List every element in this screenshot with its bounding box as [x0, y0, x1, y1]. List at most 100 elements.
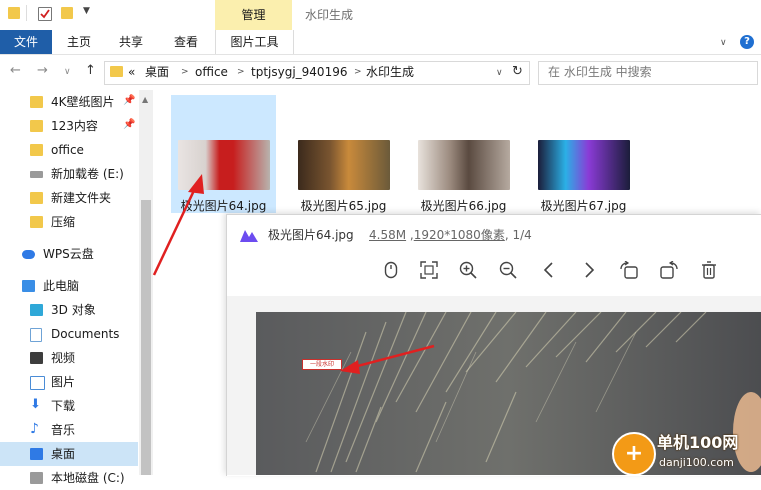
file-thumbnail [298, 140, 390, 190]
chevron-right-icon[interactable]: > [181, 61, 189, 83]
scroll-up-icon[interactable]: ▲ [142, 95, 148, 104]
forward-icon[interactable]: → [37, 63, 48, 78]
file-thumbnail [418, 140, 510, 190]
pin-icon[interactable]: 📌 [123, 95, 135, 106]
cube-icon [30, 304, 43, 316]
sidebar-item-drive-e[interactable]: 新加载卷 (E:) [0, 162, 138, 186]
tab-view[interactable]: 查看 [160, 30, 212, 54]
tab-file[interactable]: 文件 [0, 30, 52, 54]
file-tile[interactable]: 极光图片66.jpg [411, 95, 516, 213]
recent-locations-icon[interactable]: ∨ [64, 67, 71, 77]
delete-icon[interactable] [697, 258, 721, 282]
sidebar-item-label: 压缩 [51, 215, 76, 229]
file-tile[interactable]: 极光图片65.jpg [291, 95, 396, 213]
sidebar-item-label: 图片 [51, 375, 76, 389]
new-folder-icon[interactable] [61, 7, 73, 19]
sidebar-item-videos[interactable]: 视频 [0, 346, 138, 370]
breadcrumb-office[interactable]: office [195, 61, 228, 83]
mouse-icon[interactable] [379, 258, 403, 282]
sidebar-item-label: 新加载卷 (E:) [51, 167, 124, 181]
folder-icon [30, 216, 43, 228]
quick-access-dropdown-icon[interactable]: ▼ [83, 6, 90, 16]
music-icon: ♪ [30, 421, 39, 437]
sidebar-item-drive-c[interactable]: 本地磁盘 (C:) [0, 466, 138, 490]
chevron-right-icon[interactable]: > [237, 61, 245, 83]
zoom-in-icon[interactable] [456, 258, 480, 282]
address-dropdown-icon[interactable]: ∨ [496, 62, 503, 84]
cloud-icon [22, 250, 35, 259]
viewer-resolution[interactable]: 1920*1080像素 [414, 228, 505, 242]
folder-icon [30, 144, 43, 156]
breadcrumb-desktop[interactable]: 桌面 [145, 61, 169, 83]
sidebar-item-label: 4K壁纸图片 [51, 95, 115, 109]
sidebar-item-office[interactable]: office [0, 138, 138, 162]
pc-icon [22, 280, 35, 292]
viewer-counter: 1/4 [512, 228, 532, 242]
annotation-arrow [152, 174, 204, 276]
next-icon[interactable] [577, 258, 601, 282]
sidebar-item-label: 新建文件夹 [51, 191, 112, 205]
sidebar-item-new-folder[interactable]: 新建文件夹 [0, 186, 138, 210]
sidebar-item-4k-wallpaper[interactable]: 4K壁纸图片 📌 [0, 90, 138, 114]
pin-icon[interactable]: 📌 [123, 119, 135, 130]
title-bar [0, 0, 761, 30]
tab-picture-tools[interactable]: 图片工具 [215, 30, 294, 54]
folder-icon[interactable] [8, 7, 20, 19]
breadcrumb-overflow[interactable]: « [128, 61, 135, 83]
folder-icon [30, 192, 43, 204]
plus-icon: + [624, 441, 644, 466]
tab-share[interactable]: 共享 [108, 30, 154, 54]
expand-ribbon-icon[interactable]: ∨ [720, 38, 727, 48]
video-icon [30, 352, 43, 364]
refresh-icon[interactable]: ↻ [512, 61, 523, 83]
viewer-meta: 4.58M ,1920*1080像素, 1/4 [369, 224, 532, 246]
rotate-left-icon[interactable] [617, 258, 641, 282]
breadcrumb-watermark[interactable]: 水印生成 [366, 61, 414, 83]
tab-home[interactable]: 主页 [56, 30, 102, 54]
previous-icon[interactable] [537, 258, 561, 282]
divider [26, 5, 27, 21]
sidebar-item-this-pc[interactable]: 此电脑 [0, 274, 138, 298]
chevron-right-icon[interactable]: > [354, 61, 362, 83]
ribbon-context-manage[interactable]: 管理 [215, 0, 292, 31]
sidebar-item-downloads[interactable]: ⬇ 下载 [0, 394, 138, 418]
sidebar-item-desktop[interactable]: 桌面 [0, 442, 138, 466]
sidebar-item-wps-cloud[interactable]: WPS云盘 [0, 242, 138, 266]
breadcrumb-tptjsygj[interactable]: tptjsygj_940196 [251, 61, 347, 83]
viewer-logo-icon [240, 230, 258, 242]
ribbon-context-label: 管理 [241, 8, 266, 22]
sidebar-item-123[interactable]: 123内容 📌 [0, 114, 138, 138]
fit-screen-icon[interactable] [417, 258, 441, 282]
properties-icon[interactable] [38, 7, 52, 21]
window-title: 水印生成 [305, 8, 354, 22]
drive-icon [30, 171, 43, 178]
viewer-file-size[interactable]: 4.58M [369, 228, 406, 242]
file-name: 极光图片67.jpg [540, 199, 627, 213]
sidebar-item-music[interactable]: ♪ 音乐 [0, 418, 138, 442]
drive-icon [30, 472, 43, 484]
sidebar-item-3d-objects[interactable]: 3D 对象 [0, 298, 138, 322]
sidebar-item-label: 此电脑 [43, 279, 80, 293]
file-name: 极光图片65.jpg [300, 199, 387, 213]
zoom-out-icon[interactable] [496, 258, 520, 282]
sidebar-item-documents[interactable]: Documents [0, 322, 138, 346]
sidebar-item-pictures[interactable]: 图片 [0, 370, 138, 394]
annotation-arrow [340, 344, 435, 374]
back-icon[interactable]: ← [10, 63, 21, 78]
sidebar-item-compress[interactable]: 压缩 [0, 210, 138, 234]
up-icon[interactable]: ↑ [85, 63, 96, 78]
sidebar-item-label: 音乐 [51, 423, 76, 437]
folder-icon [110, 66, 123, 77]
help-icon[interactable]: ? [740, 35, 754, 49]
brand-url: danji100.com [659, 456, 734, 469]
sidebar-item-label: 桌面 [51, 447, 76, 461]
sidebar-item-label: 123内容 [51, 119, 98, 133]
picture-icon [30, 376, 45, 390]
sidebar-item-label: 下载 [51, 399, 76, 413]
file-tile[interactable]: 极光图片67.jpg [531, 95, 636, 213]
sidebar-item-label: 3D 对象 [51, 303, 96, 317]
sidebar-item-label: WPS云盘 [43, 247, 94, 261]
viewer-filename: 极光图片64.jpg [268, 228, 354, 242]
rotate-right-icon[interactable] [657, 258, 681, 282]
download-icon: ⬇ [30, 397, 41, 412]
